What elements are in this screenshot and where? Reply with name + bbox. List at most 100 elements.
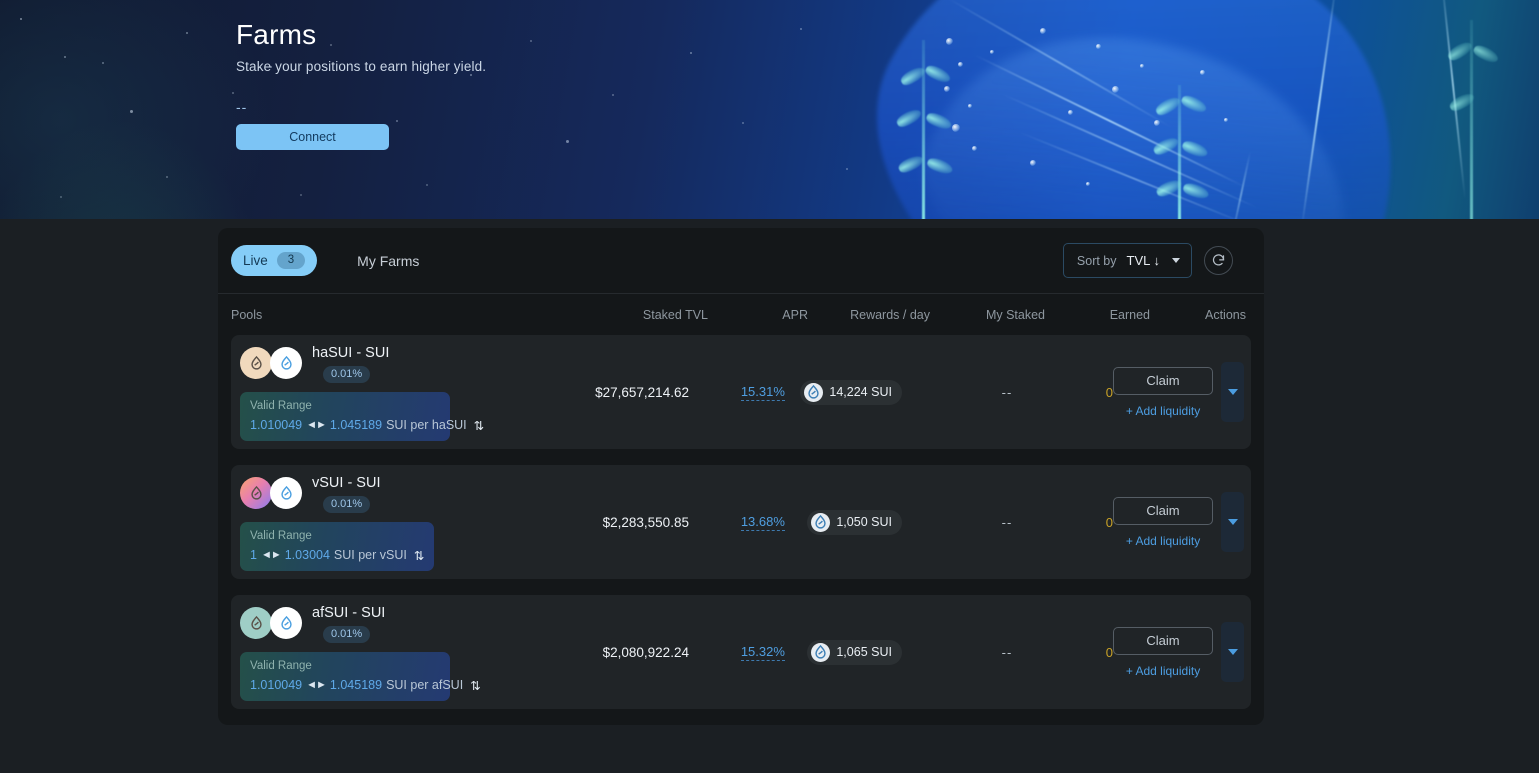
range-unit-label: SUI per vSUI (334, 548, 407, 562)
claim-button[interactable]: Claim (1113, 627, 1213, 655)
swap-icon[interactable]: ⇅ (414, 548, 424, 563)
cell-earned: 0 (1012, 515, 1113, 530)
aquatic-plant (922, 40, 925, 219)
connect-wallet-button[interactable]: Connect (236, 124, 389, 150)
apr-value[interactable]: 15.31% (741, 384, 785, 401)
page-subtitle: Stake your positions to earn higher yiel… (236, 59, 486, 74)
sort-by-value: TVL ↓ (1127, 253, 1160, 268)
valid-range-label: Valid Range (250, 399, 440, 414)
pool-pair-name: haSUI - SUI (312, 344, 389, 362)
table-row[interactable]: afSUI - SUI 0.01% Valid Range 1.010049 ◄… (231, 595, 1251, 709)
cell-apr: 13.68% (689, 513, 785, 531)
cell-rewards-day: 14,224 SUI (785, 380, 902, 405)
farms-row-list: haSUI - SUI 0.01% Valid Range 1.010049 ◄… (218, 335, 1264, 725)
expand-row-button[interactable] (1221, 492, 1244, 552)
valid-range-box: Valid Range 1 ◄► 1.03004 SUI per vSUI ⇅ (240, 522, 434, 571)
pool-name-group: haSUI - SUI 0.01% (312, 344, 389, 383)
cell-apr: 15.32% (689, 643, 785, 661)
chevron-down-icon (1172, 258, 1180, 263)
token-icon-afSUI (240, 607, 272, 639)
pool-cell: afSUI - SUI 0.01% Valid Range 1.010049 ◄… (231, 604, 569, 701)
column-header-apr: APR (708, 308, 808, 322)
tab-my-farms[interactable]: My Farms (345, 245, 431, 276)
swap-icon[interactable]: ⇅ (474, 418, 484, 433)
cell-my-staked: -- (902, 385, 1012, 400)
token-icon-SUI (270, 347, 302, 379)
add-liquidity-link[interactable]: + Add liquidity (1126, 404, 1200, 418)
range-unit-label: SUI per haSUI (386, 418, 467, 432)
column-header-pools: Pools (231, 308, 583, 322)
tab-live[interactable]: Live 3 (231, 245, 317, 276)
action-stack: Claim + Add liquidity (1113, 367, 1213, 418)
valid-range-label: Valid Range (250, 659, 440, 674)
pool-cell: vSUI - SUI 0.01% Valid Range 1 ◄► 1.0300… (231, 474, 569, 571)
page-body: Live 3 My Farms Sort by TVL ↓ (0, 219, 1539, 773)
add-liquidity-link[interactable]: + Add liquidity (1126, 664, 1200, 678)
droplet-icon (805, 384, 822, 401)
range-unit-label: SUI per afSUI (386, 678, 463, 692)
chevron-down-icon (1228, 649, 1238, 655)
sui-token-icon (804, 383, 823, 402)
token-pair-icons (240, 607, 302, 639)
token-pair-icons (240, 347, 302, 379)
sui-token-icon (811, 643, 830, 662)
token-icon-SUI (270, 607, 302, 639)
column-header-actions: Actions (1150, 308, 1246, 322)
farms-toolbar: Live 3 My Farms Sort by TVL ↓ (218, 228, 1264, 293)
table-row[interactable]: vSUI - SUI 0.01% Valid Range 1 ◄► 1.0300… (231, 465, 1251, 579)
pool-heading: haSUI - SUI 0.01% (240, 344, 569, 383)
rewards-value: 1,065 SUI (836, 645, 892, 659)
range-arrows-icon: ◄► (306, 419, 326, 431)
rewards-value: 14,224 SUI (829, 385, 892, 399)
cell-apr: 15.31% (689, 383, 785, 401)
table-row[interactable]: haSUI - SUI 0.01% Valid Range 1.010049 ◄… (231, 335, 1251, 449)
pool-name-group: afSUI - SUI 0.01% (312, 604, 385, 643)
droplet-icon (812, 514, 829, 531)
cell-rewards-day: 1,065 SUI (785, 640, 902, 665)
pool-cell: haSUI - SUI 0.01% Valid Range 1.010049 ◄… (231, 344, 569, 441)
range-min-value: 1.010049 (250, 678, 302, 692)
apr-value[interactable]: 13.68% (741, 514, 785, 531)
cell-actions: Claim + Add liquidity (1113, 622, 1246, 682)
cell-my-staked: -- (902, 645, 1012, 660)
cell-rewards-day: 1,050 SUI (785, 510, 902, 535)
valid-range-values: 1.010049 ◄► 1.045189 SUI per haSUI ⇅ (250, 418, 440, 433)
pool-fee-badge: 0.01% (323, 496, 370, 513)
range-min-value: 1 (250, 548, 257, 562)
cell-staked-tvl: $2,080,922.24 (569, 645, 689, 660)
rewards-value: 1,050 SUI (836, 515, 892, 529)
column-header-staked-tvl: Staked TVL (583, 308, 708, 322)
range-min-value: 1.010049 (250, 418, 302, 432)
droplet-icon (278, 615, 295, 632)
chevron-down-icon (1228, 519, 1238, 525)
token-icon-SUI (270, 477, 302, 509)
wallet-value-placeholder: -- (236, 99, 486, 115)
add-liquidity-link[interactable]: + Add liquidity (1126, 534, 1200, 548)
valid-range-label: Valid Range (250, 529, 424, 544)
expand-row-button[interactable] (1221, 622, 1244, 682)
cell-earned: 0 (1012, 385, 1113, 400)
apr-value[interactable]: 15.32% (741, 644, 785, 661)
range-max-value: 1.03004 (285, 548, 330, 562)
valid-range-values: 1.010049 ◄► 1.045189 SUI per afSUI ⇅ (250, 678, 440, 693)
pool-heading: afSUI - SUI 0.01% (240, 604, 569, 643)
pool-heading: vSUI - SUI 0.01% (240, 474, 569, 513)
cell-actions: Claim + Add liquidity (1113, 492, 1246, 552)
swap-icon[interactable]: ⇅ (470, 678, 480, 693)
sort-by-label: Sort by (1077, 254, 1117, 268)
expand-row-button[interactable] (1221, 362, 1244, 422)
column-header-my-staked: My Staked (930, 308, 1045, 322)
pool-pair-name: vSUI - SUI (312, 474, 380, 492)
cell-actions: Claim + Add liquidity (1113, 362, 1246, 422)
range-max-value: 1.045189 (330, 678, 382, 692)
refresh-button[interactable] (1204, 246, 1233, 275)
droplet-icon (248, 355, 265, 372)
table-header-row: Pools Staked TVL APR Rewards / day My St… (218, 293, 1264, 335)
droplet-icon (248, 485, 265, 502)
cell-earned: 0 (1012, 645, 1113, 660)
claim-button[interactable]: Claim (1113, 497, 1213, 525)
farms-panel: Live 3 My Farms Sort by TVL ↓ (218, 228, 1264, 725)
sort-by-dropdown[interactable]: Sort by TVL ↓ (1063, 243, 1192, 278)
valid-range-values: 1 ◄► 1.03004 SUI per vSUI ⇅ (250, 548, 424, 563)
claim-button[interactable]: Claim (1113, 367, 1213, 395)
